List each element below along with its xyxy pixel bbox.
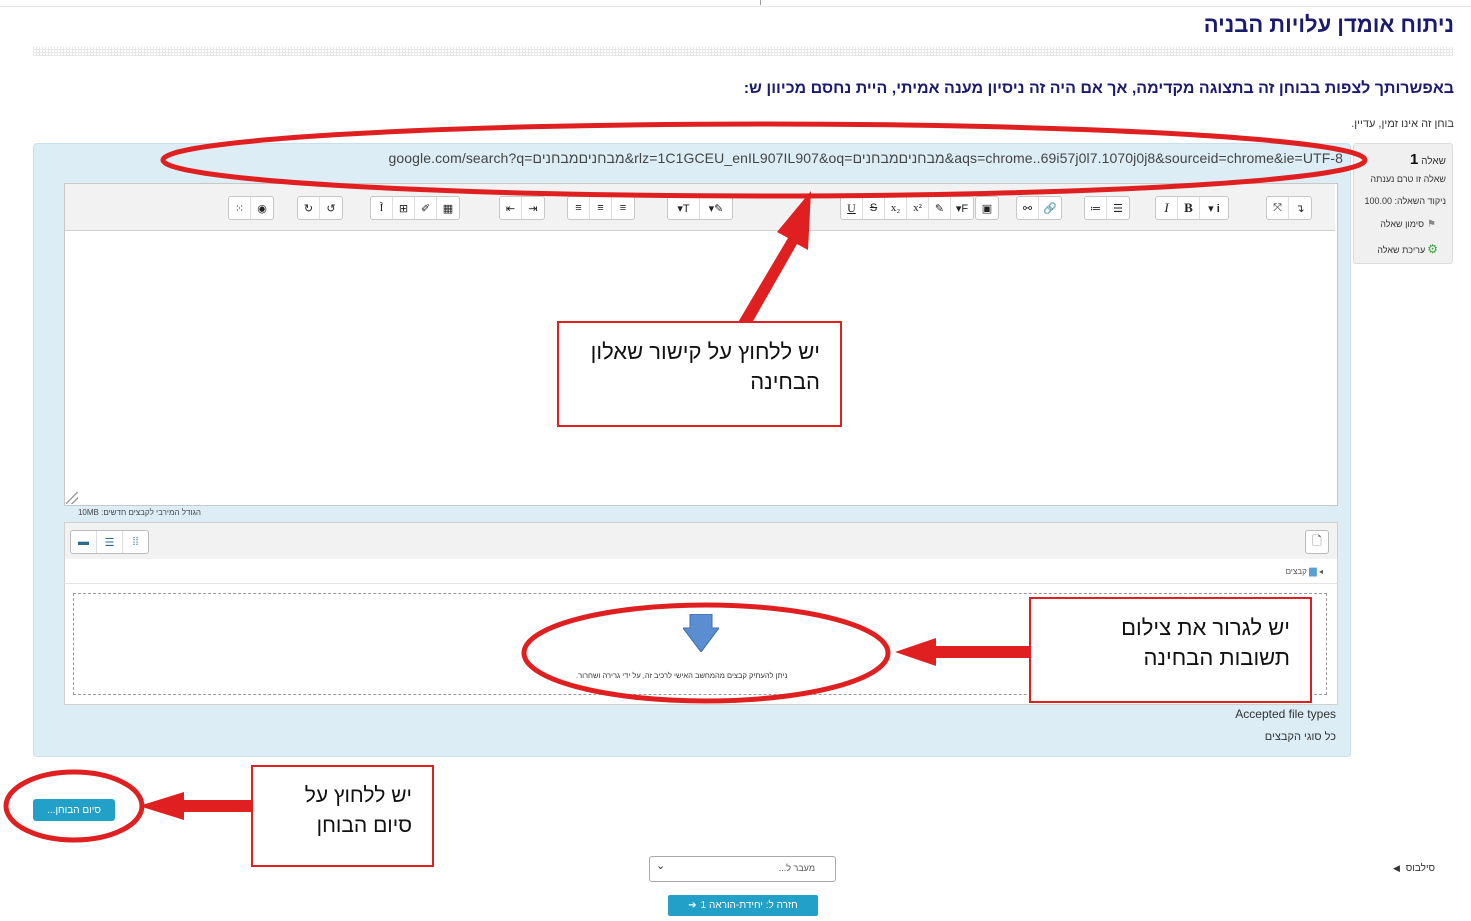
underline-icon[interactable]: U (841, 197, 863, 219)
divider (33, 47, 1453, 56)
rtl-direction-icon[interactable]: ↴ (1289, 197, 1311, 219)
toolbar-group-style: I B ▾ i (1155, 196, 1229, 220)
toolbar-group-format: U S x₂ x² ✎ ▾F (840, 196, 974, 220)
accessibility-icon[interactable]: ◉ (251, 197, 273, 219)
strikethrough-icon[interactable]: S (863, 197, 885, 219)
finish-arrow (139, 792, 251, 820)
path-chevron-icon: ◂ (1318, 567, 1323, 576)
chevron-down-icon: ⌄ (656, 860, 666, 872)
toolbar-group-font: ▾T ▾✎ (667, 196, 733, 220)
superscript-icon[interactable]: x² (907, 197, 929, 219)
edit-question-label: עריכת שאלה (1377, 245, 1426, 255)
toolbar-group-align: ≡ ≡ ≡ (567, 196, 635, 220)
return-to-label: חזרה ל: יחידת-הוראה 1 (700, 900, 798, 911)
toolbar-group-insert: Ĩ ⊞ ✐ ▦ (370, 196, 460, 220)
question-grade: ניקוד השאלה: 100.00 (1364, 196, 1446, 206)
list-view-icon[interactable]: ☰ (97, 531, 123, 553)
flag-question-label: סימון שאלה (1380, 219, 1425, 229)
add-file-button[interactable]: 🗋 (1305, 530, 1329, 554)
fullscreen-icon[interactable]: ⤧ (1267, 197, 1289, 219)
question-info: שאלה 1 שאלה זו טרם נענתה ניקוד השאלה: 10… (1353, 143, 1453, 264)
edit-icon[interactable]: ✐ (415, 197, 437, 219)
indent-icon[interactable]: ⇥ (522, 197, 544, 219)
unordered-list-icon[interactable]: ☰ (1107, 197, 1129, 219)
editor-callout: יש ללחוץ על קישור שאלון הבחינה (557, 321, 842, 427)
question-number: שאלה 1 (1410, 151, 1446, 168)
paragraph-style-icon[interactable]: ▾ i (1200, 197, 1228, 219)
finish-attempt-button[interactable]: סיום הבוחן... (33, 799, 115, 821)
flag-icon: ⚑ (1427, 219, 1436, 230)
question-state: שאלה זו טרם נענתה (1370, 174, 1446, 184)
finish-callout: יש ללחוץ על סיום הבוחן (251, 765, 434, 867)
jump-to-label: מעבר ל... (778, 863, 815, 873)
jump-to-select[interactable]: מעבר ל... ⌄ (649, 856, 836, 882)
special-char-icon[interactable]: Ĩ (371, 197, 393, 219)
image-icon[interactable]: ▣ (976, 197, 998, 219)
syllabus-link[interactable]: סילבוס ◀ (1393, 863, 1435, 874)
path-label: קבצים (1285, 567, 1307, 576)
sign-in-icon: ➔ (688, 900, 697, 911)
folder-view-icon[interactable]: ▬ (71, 531, 97, 553)
editor-toolbar: ⤧ ↴ I B ▾ i ≔ ☰ ⚯ 🔗 ▣ U S x₂ x² ✎ ▾F ▾T … (65, 184, 1335, 231)
background-color-icon[interactable]: ✎ (929, 197, 951, 219)
return-to-button[interactable]: חזרה ל: יחידת-הוראה 1 ➔ (668, 895, 818, 916)
outdent-icon[interactable]: ⇤ (500, 197, 522, 219)
toolbar-group-expand: ⤧ ↴ (1266, 196, 1312, 220)
font-color-icon[interactable]: ▾✎ (700, 197, 732, 219)
font-size-icon[interactable]: ▾T (668, 197, 700, 219)
toolbar-group-lists: ≔ ☰ (1084, 196, 1130, 220)
calculator-icon[interactable]: ▦ (437, 197, 459, 219)
page-title: ניתוח אומדן עלויות הבניה (1203, 12, 1454, 37)
font-family-icon[interactable]: ▾F (951, 197, 973, 219)
availability-notice: בוחן זה אינו זמין, עדיין. (1351, 118, 1454, 130)
bold-icon[interactable]: B (1178, 197, 1200, 219)
unlink-icon[interactable]: ⚯ (1017, 197, 1039, 219)
align-left-icon[interactable]: ≡ (568, 197, 590, 219)
filemanager-path[interactable]: ◂ ▆ קבצים (1286, 566, 1323, 577)
redo-icon[interactable]: ↻ (298, 197, 320, 219)
link-icon[interactable]: 🔗 (1039, 197, 1061, 219)
folder-icon: ▆ (1309, 566, 1317, 577)
question-label: שאלה (1421, 156, 1446, 167)
accepted-file-types-value: כל סוגי הקבצים (1264, 731, 1336, 743)
question-number-value: 1 (1410, 151, 1419, 168)
toolbar-group-links: ⚯ 🔗 (1016, 196, 1062, 220)
toolbar-group-history: ↻ ↺ (297, 196, 343, 220)
drop-hint: ניתן להעתיק קבצים מהמחשב האישי לרכיב זה,… (576, 671, 788, 680)
flag-question-link[interactable]: ⚑סימון שאלה (1380, 219, 1436, 230)
dropzone-callout: יש לגרור את צילום תשובות הבחינה (1029, 597, 1312, 703)
accepted-file-types-label: Accepted file types (1235, 707, 1336, 721)
subscript-icon[interactable]: x₂ (885, 197, 907, 219)
file-add-icon: 🗋 (1312, 533, 1322, 548)
preview-notice: באפשרותך לצפות בבוחן זה בתצוגה מקדימה, א… (743, 80, 1454, 97)
max-file-size: הגודל המירבי לקבצים חדשים: 10MB (77, 508, 201, 517)
undo-icon[interactable]: ↺ (320, 197, 342, 219)
toolbar-group-indent: ⇤ ⇥ (499, 196, 545, 220)
ordered-list-icon[interactable]: ≔ (1085, 197, 1107, 219)
syllabus-label: סילבוס (1405, 863, 1436, 874)
top-border (0, 0, 1471, 7)
view-mode-switcher: ▬ ☰ ⁞⁞ (70, 530, 149, 554)
top-mark (760, 0, 761, 5)
align-right-icon[interactable]: ≡ (612, 197, 634, 219)
editor-resize-grip[interactable] (66, 492, 78, 504)
italic-icon[interactable]: I (1156, 197, 1178, 219)
filemanager-toolbar (64, 522, 1338, 560)
html-source-icon[interactable]: ⁙ (229, 197, 251, 219)
table-icon[interactable]: ⊞ (393, 197, 415, 219)
toolbar-group-media: ▣ (975, 196, 999, 220)
filemanager-path-bar (64, 559, 1338, 584)
align-center-icon[interactable]: ≡ (590, 197, 612, 219)
toolbar-group-misc: ⁙ ◉ (228, 196, 274, 220)
icon-view-icon[interactable]: ⁞⁞ (123, 531, 148, 553)
down-arrow-icon (683, 614, 719, 652)
gear-icon: ⚙ (1427, 242, 1438, 256)
edit-question-link[interactable]: ⚙עריכת שאלה (1377, 242, 1438, 256)
play-icon: ◀ (1393, 863, 1400, 873)
question-text-link[interactable]: google.com/search?q=מבחניםמבחנים&rlz=1C1… (388, 150, 1343, 166)
